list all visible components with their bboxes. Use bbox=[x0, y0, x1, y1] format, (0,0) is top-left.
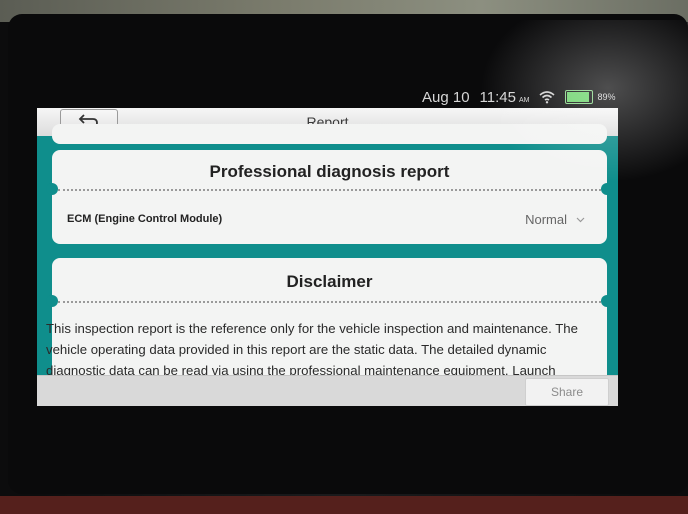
disclaimer-title: Disclaimer bbox=[286, 272, 373, 291]
card-notch-left bbox=[46, 183, 58, 195]
diagnosis-title: Professional diagnosis report bbox=[209, 162, 450, 181]
battery-percent: 89% bbox=[597, 92, 616, 102]
card-notch-left bbox=[46, 295, 58, 307]
chevron-down-icon bbox=[576, 217, 585, 223]
card-notch-right bbox=[601, 183, 613, 195]
previous-card-edge bbox=[52, 124, 607, 144]
ecm-row-label: ECM (Engine Control Module) bbox=[67, 213, 223, 225]
tablet-screen: Report Professional diagnosis report ECM… bbox=[37, 108, 618, 406]
battery-indicator: 89% bbox=[565, 90, 616, 104]
ecm-status-value: Normal bbox=[525, 212, 567, 227]
disclaimer-line-1: This inspection report is the reference … bbox=[46, 321, 578, 336]
status-date: Aug 10 bbox=[422, 88, 470, 106]
dotted-divider bbox=[58, 189, 601, 191]
wifi-icon bbox=[539, 91, 556, 104]
battery-level-fill bbox=[567, 92, 589, 102]
status-ampm: AM bbox=[518, 96, 530, 104]
share-button[interactable]: Share bbox=[525, 378, 609, 406]
report-content[interactable]: Professional diagnosis report ECM (Engin… bbox=[37, 124, 618, 406]
disclaimer-line-2: vehicle operating data provided in this … bbox=[46, 342, 547, 357]
status-time: 11:45 bbox=[479, 88, 516, 106]
dotted-divider bbox=[58, 301, 601, 303]
ecm-status-dropdown[interactable]: Normal bbox=[525, 212, 585, 227]
status-bar: Aug 10 11:45 AM 89% bbox=[422, 85, 616, 109]
diagnosis-card: Professional diagnosis report ECM (Engin… bbox=[46, 150, 613, 244]
card-notch-right bbox=[601, 295, 613, 307]
battery-icon bbox=[565, 90, 594, 104]
bottom-bar: Share bbox=[37, 375, 618, 406]
disclaimer-text: This inspection report is the reference … bbox=[46, 318, 613, 381]
table-edge-bottom bbox=[0, 496, 688, 514]
